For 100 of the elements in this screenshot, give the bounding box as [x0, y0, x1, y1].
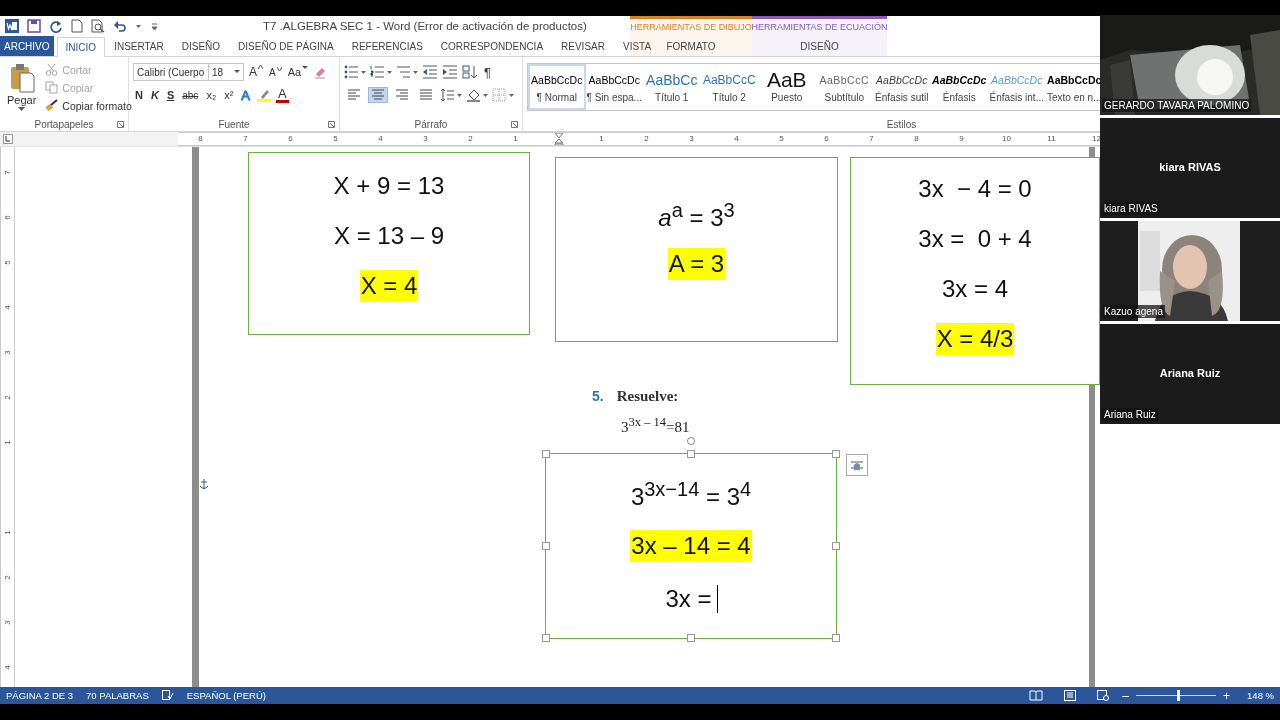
change-case-button[interactable]: Aa: [286, 66, 310, 78]
bullet-list-icon[interactable]: [344, 65, 366, 79]
font-family-field[interactable]: Calibri (Cuerpo: [133, 63, 209, 81]
style-item[interactable]: AaBbCcC Título 2: [700, 64, 758, 110]
new-document-icon[interactable]: [71, 19, 83, 33]
resize-handle[interactable]: [832, 450, 840, 458]
shrink-font-button[interactable]: A: [268, 66, 283, 78]
ribbon-tab[interactable]: ARCHIVO: [0, 36, 54, 56]
ribbon-tab[interactable]: VISTA: [613, 36, 661, 56]
style-item[interactable]: AaBbCc Título 1: [643, 64, 701, 110]
equation-text: A = 3: [667, 247, 726, 280]
resize-handle[interactable]: [832, 634, 840, 642]
resize-handle[interactable]: [832, 542, 840, 550]
style-item[interactable]: AaB Puesto: [758, 64, 816, 110]
style-item[interactable]: AaBbCcC Subtítulo: [815, 64, 873, 110]
format-button[interactable]: N: [133, 89, 145, 101]
format-button[interactable]: x₂: [204, 89, 219, 101]
format-button[interactable]: K: [148, 89, 161, 101]
style-item[interactable]: AaBbCcDc ¶ Sin espa...: [585, 64, 643, 110]
proofing-icon[interactable]: [161, 690, 174, 701]
ribbon-tab[interactable]: DISEÑO DE PÁGINA: [229, 36, 343, 56]
dialog-launcher-icon[interactable]: [511, 121, 518, 128]
language-indicator[interactable]: ESPAÑOL (PERÚ): [186, 690, 266, 701]
ribbon-tab[interactable]: DISEÑO: [172, 36, 230, 56]
ribbon-tab[interactable]: FORMATO: [661, 36, 721, 56]
caret-icon: [18, 107, 26, 112]
equation-box[interactable]: 3x − 4 = 0 3x = 0 + 4 3x = 4 X = 4/3: [850, 157, 1100, 385]
web-layout-icon[interactable]: [1097, 690, 1110, 701]
resize-handle[interactable]: [542, 450, 550, 458]
undo-icon[interactable]: [113, 19, 127, 33]
tab-selector-icon[interactable]: [3, 134, 13, 144]
save-icon[interactable]: [27, 19, 41, 33]
print-layout-icon[interactable]: [1064, 690, 1077, 701]
style-item[interactable]: AaBbCcDc Énfasis sutil: [873, 64, 931, 110]
format-button[interactable]: abc: [180, 89, 201, 101]
zoom-in-button[interactable]: +: [1223, 688, 1231, 703]
layout-options-icon[interactable]: [846, 454, 868, 476]
print-preview-icon[interactable]: [91, 19, 105, 33]
ruler-number: 11: [1047, 134, 1056, 143]
participant-name: kiara RIVAS: [1159, 161, 1221, 173]
dialog-launcher-icon[interactable]: [328, 121, 335, 128]
format-button[interactable]: x²: [222, 89, 236, 101]
ruler-number: 1: [3, 440, 12, 445]
decrease-indent-icon[interactable]: [422, 65, 438, 79]
style-item[interactable]: AaBbCcDc Énfasis int...: [988, 64, 1046, 110]
eraser-icon[interactable]: [313, 65, 328, 79]
resize-handle[interactable]: [687, 634, 695, 642]
down-caret-icon: [276, 66, 282, 71]
show-marks-button[interactable]: ¶: [482, 64, 493, 80]
zoom-slider-thumb[interactable]: [1176, 690, 1180, 701]
word-count[interactable]: 70 PALABRAS: [86, 690, 149, 701]
grow-font-button[interactable]: A: [248, 65, 264, 79]
resize-handle[interactable]: [542, 542, 550, 550]
shading-icon[interactable]: [466, 88, 488, 102]
ruler-number: 7: [869, 134, 874, 143]
increase-indent-icon[interactable]: [442, 65, 458, 79]
highlighter-icon[interactable]: [256, 88, 272, 102]
equation-box[interactable]: X + 9 = 13 X = 13 – 9 X = 4: [248, 152, 530, 335]
read-mode-icon[interactable]: [1029, 690, 1044, 701]
ruler-number: 1: [513, 134, 518, 143]
ribbon-tab[interactable]: DISEÑO: [795, 36, 844, 56]
rotate-handle-icon[interactable]: [686, 436, 696, 446]
exercise-instruction: Resuelve:: [616, 388, 679, 405]
ruler-number: 5: [3, 260, 12, 265]
numbered-list-icon[interactable]: [370, 65, 392, 79]
zoom-out-button[interactable]: –: [1122, 688, 1130, 703]
contextual-group-label: HERRAMIENTAS DE ECUACIÓN: [751, 21, 888, 34]
font-color-button[interactable]: A: [276, 87, 289, 103]
style-item[interactable]: AaBbCcDc Énfasis: [930, 64, 988, 110]
paste-button[interactable]: Pegar: [4, 61, 40, 117]
ribbon-tab[interactable]: INICIO: [56, 37, 106, 57]
line-spacing-icon[interactable]: [440, 88, 462, 102]
font-size-field[interactable]: 18: [208, 63, 244, 81]
ribbon-tab[interactable]: CORRESPONDENCIA: [431, 36, 553, 56]
equation-box[interactable]: a$^{a}$ = 3$^{3}$ A = 3: [555, 157, 838, 342]
ribbon-tab[interactable]: REFERENCIAS: [342, 36, 432, 56]
page-count[interactable]: PÁGINA 2 DE 3: [6, 690, 74, 701]
multilevel-list-icon[interactable]: [396, 65, 418, 79]
clipboard-command[interactable]: Copiar formato: [43, 98, 134, 113]
sort-icon[interactable]: [462, 65, 478, 79]
dialog-launcher-icon[interactable]: [117, 121, 124, 128]
zoom-reading[interactable]: 148 %: [1247, 690, 1274, 701]
ruler-number: 2: [3, 575, 12, 580]
caret-icon: [302, 66, 309, 70]
equation-text: X = 4: [359, 270, 419, 302]
style-item[interactable]: AaBbCcDc ¶ Normal: [528, 64, 586, 110]
resize-handle[interactable]: [687, 450, 695, 458]
ruler-number: 12: [1092, 134, 1101, 143]
indent-marker-icon[interactable]: [553, 133, 564, 145]
anchor-icon[interactable]: [199, 478, 209, 490]
word-logo-icon[interactable]: [5, 19, 19, 33]
redo-icon[interactable]: [49, 19, 63, 33]
format-button[interactable]: S: [164, 89, 177, 101]
ruler-number: 7: [243, 134, 248, 143]
equation-text: 3x = 4: [940, 274, 1009, 304]
align-button[interactable]: [368, 87, 388, 103]
text-effects-button[interactable]: A: [239, 87, 252, 103]
resize-handle[interactable]: [542, 634, 550, 642]
ribbon-tab[interactable]: INSERTAR: [105, 36, 173, 56]
ribbon-tab[interactable]: REVISAR: [552, 36, 614, 56]
